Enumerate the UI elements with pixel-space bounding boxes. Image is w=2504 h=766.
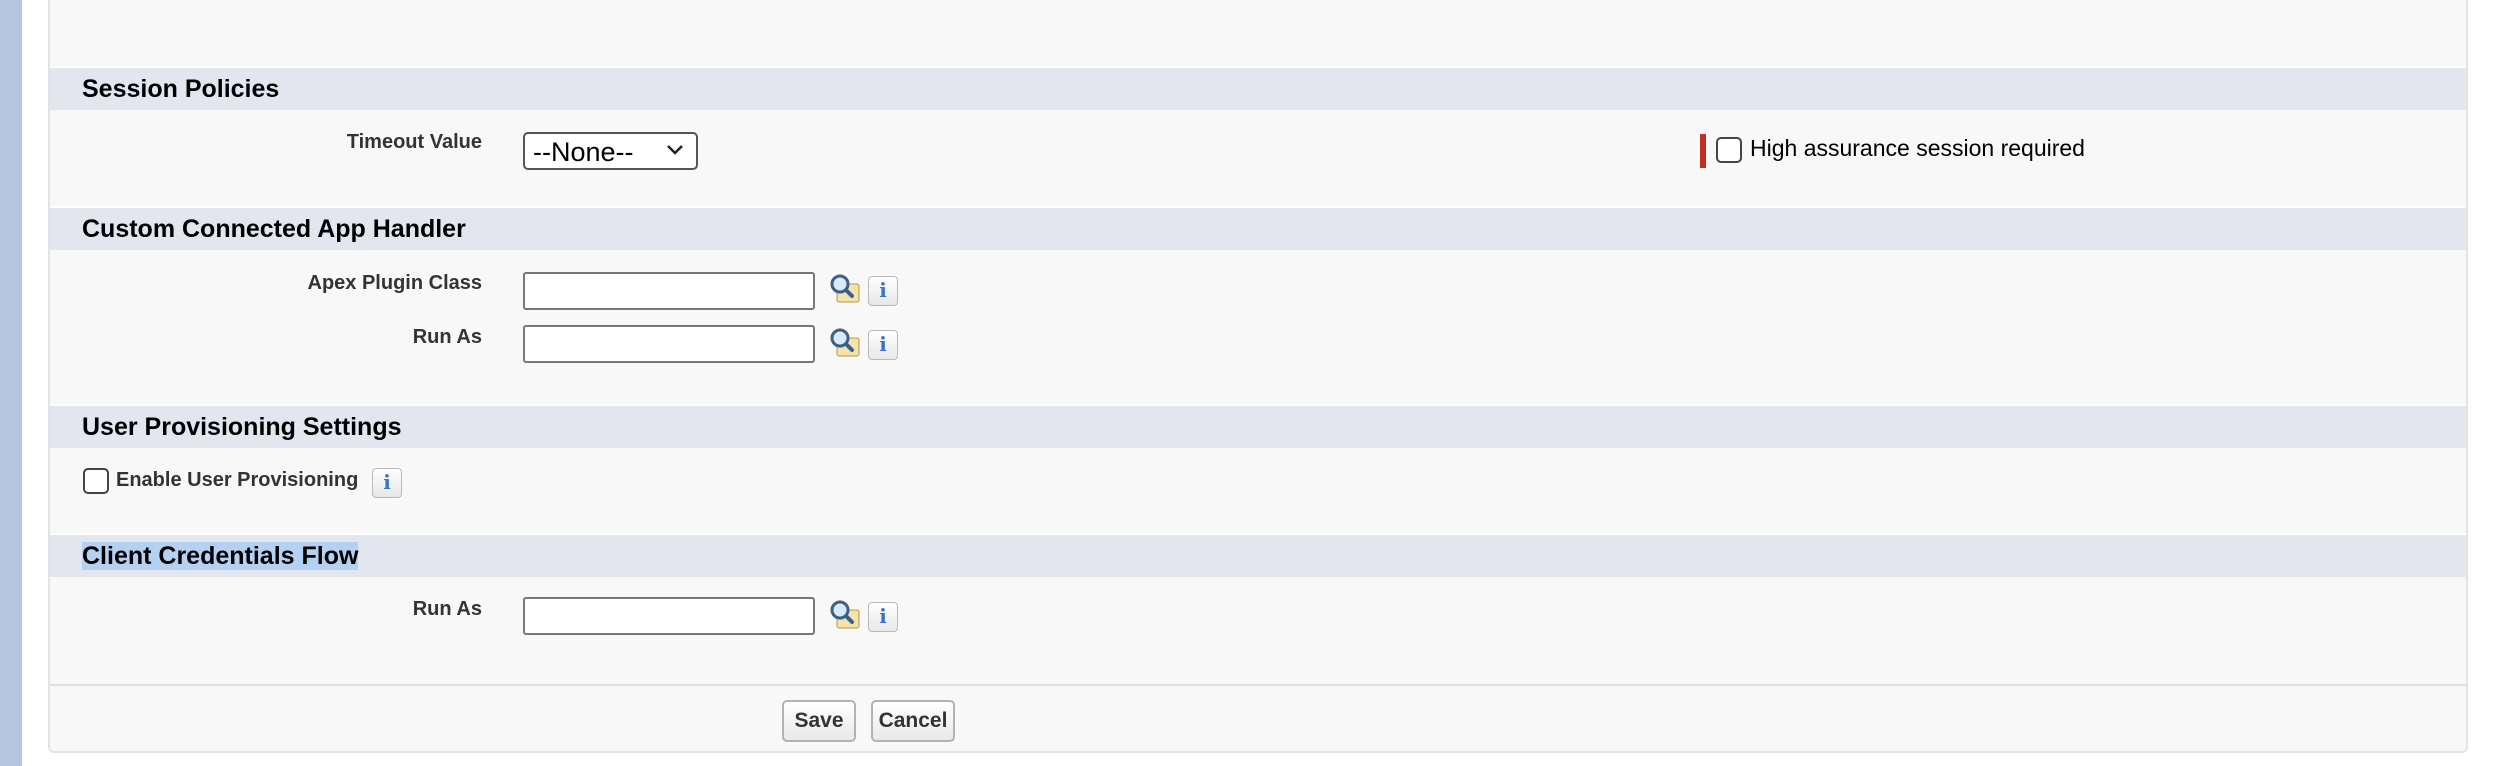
section-header-client-credentials: Client Credentials Flow: [50, 533, 2466, 577]
section-header-session-policies: Session Policies: [50, 66, 2466, 110]
apex-plugin-class-label: Apex Plugin Class: [307, 272, 483, 294]
run-as-label-wrap: Run As: [50, 325, 482, 349]
info-icon[interactable]: i: [372, 468, 402, 498]
cancel-button[interactable]: Cancel: [871, 700, 955, 742]
run-as-label-wrap: Run As: [50, 597, 482, 621]
lookup-magnifier-icon[interactable]: [827, 272, 863, 306]
client-credentials-run-as-input[interactable]: [523, 597, 815, 635]
timeout-value-selected: --None--: [533, 137, 634, 167]
save-button[interactable]: Save: [782, 700, 856, 742]
connected-app-edit-panel: Session Policies Timeout Value --None-- …: [48, 0, 2468, 753]
run-as-label: Run As: [412, 326, 482, 348]
chevron-down-icon: [667, 145, 683, 155]
section-title: Custom Connected App Handler: [82, 215, 466, 243]
high-assurance-checkbox[interactable]: [1716, 137, 1742, 163]
lookup-magnifier-icon[interactable]: [827, 326, 863, 360]
section-header-user-provisioning: User Provisioning Settings: [50, 404, 2466, 448]
info-icon[interactable]: i: [868, 602, 898, 632]
required-indicator: [1700, 134, 1706, 168]
section-title: Session Policies: [82, 75, 280, 103]
apex-plugin-label-wrap: Apex Plugin Class: [50, 271, 483, 295]
custom-handler-run-as-input[interactable]: [523, 325, 815, 363]
timeout-value-label-wrap: Timeout Value: [50, 130, 482, 154]
info-icon[interactable]: i: [868, 276, 898, 306]
footer-divider: [50, 684, 2466, 686]
apex-plugin-class-input[interactable]: [523, 272, 815, 310]
section-title: User Provisioning Settings: [82, 413, 402, 441]
enable-user-provisioning-label: Enable User Provisioning: [116, 469, 359, 491]
run-as-label: Run As: [412, 598, 482, 620]
section-header-custom-handler: Custom Connected App Handler: [50, 206, 2466, 250]
timeout-value-label: Timeout Value: [346, 131, 482, 153]
section-title: Client Credentials Flow: [82, 542, 359, 570]
left-rail: [0, 0, 22, 766]
lookup-magnifier-icon[interactable]: [827, 598, 863, 632]
enable-user-provisioning-checkbox[interactable]: [83, 468, 109, 494]
timeout-value-select[interactable]: --None--: [523, 132, 698, 170]
high-assurance-label: High assurance session required: [1750, 135, 2085, 161]
info-icon[interactable]: i: [868, 330, 898, 360]
